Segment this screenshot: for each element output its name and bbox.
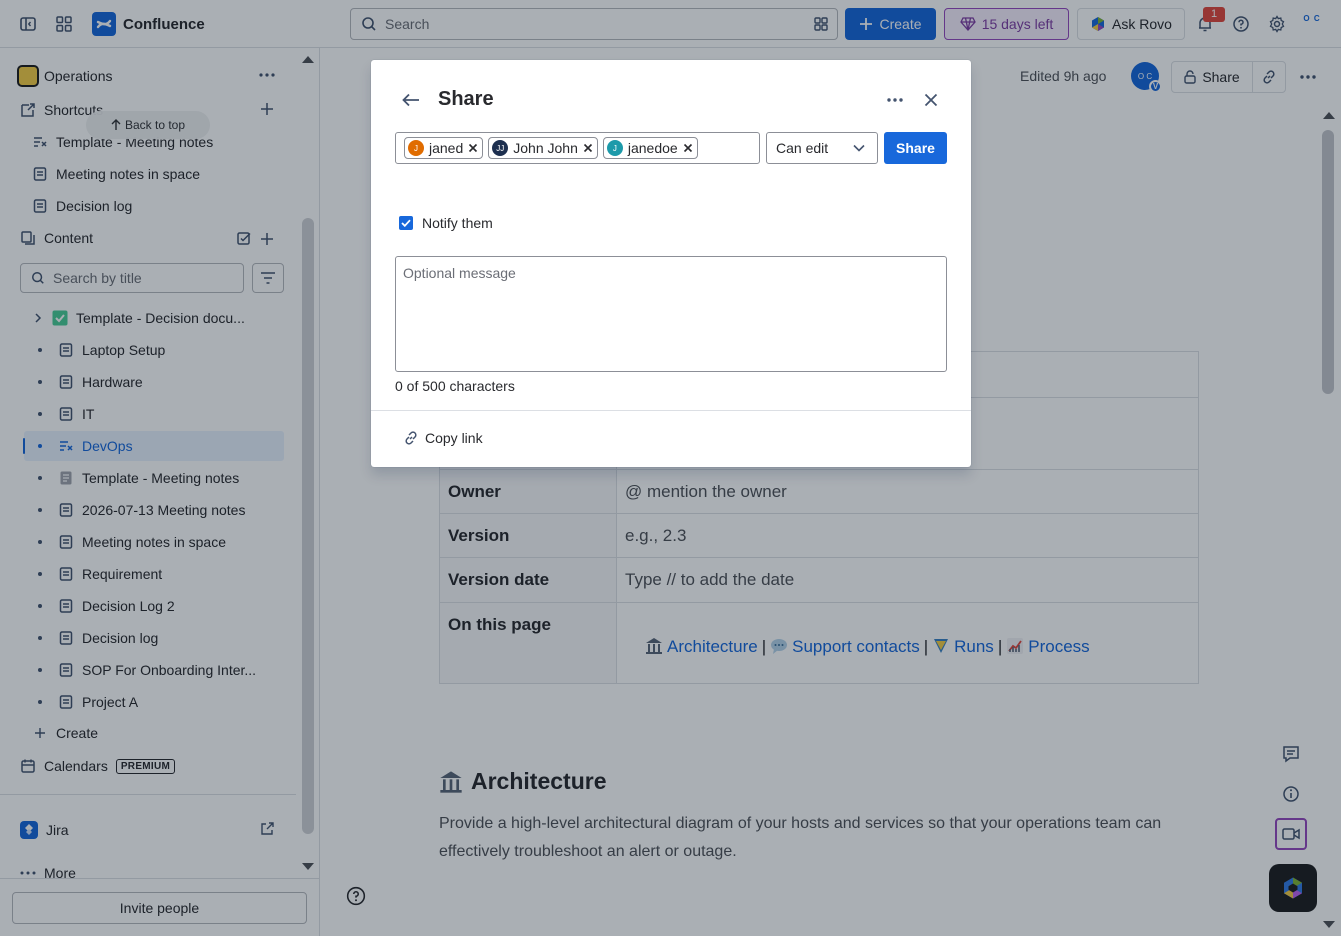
link-icon [405,431,417,445]
more-options-icon[interactable] [883,88,907,112]
notify-them-checkbox[interactable]: Notify them [399,215,493,231]
recipient-name: janedoe [627,140,678,156]
character-count: 0 of 500 characters [395,378,515,394]
recipient-chip: J janedoe [602,137,698,159]
copy-link-label: Copy link [425,430,483,446]
recipient-avatar: JJ [492,140,509,156]
dialog-footer-divider [371,410,971,411]
message-placeholder: Optional message [403,265,516,281]
recipient-chip: JJ John John [488,137,598,159]
chevron-down-icon [853,144,865,152]
recipient-chip: J janed [404,137,484,159]
remove-recipient-icon[interactable] [468,143,478,153]
close-icon[interactable] [919,88,943,112]
remove-recipient-icon[interactable] [683,143,693,153]
recipient-avatar: J [408,140,424,156]
share-submit-button[interactable]: Share [884,132,947,164]
recipient-name: John John [513,140,578,156]
optional-message-textarea[interactable]: Optional message [395,256,947,372]
recipient-avatar: J [606,140,623,156]
dialog-title: Share [438,88,494,110]
recipients-input[interactable]: J janed JJ John John J janedoe [395,132,760,164]
copy-link-button[interactable]: Copy link [403,430,483,446]
permission-value: Can edit [776,140,829,156]
remove-recipient-icon[interactable] [583,143,593,153]
share-dialog: Share J janed JJ John John J janedoe Can… [371,60,971,467]
permission-select[interactable]: Can edit [766,132,878,164]
notify-them-label: Notify them [422,215,493,231]
back-arrow-icon[interactable] [399,88,423,112]
recipient-name: janed [429,140,464,156]
checkbox-checked-icon[interactable] [399,216,413,230]
